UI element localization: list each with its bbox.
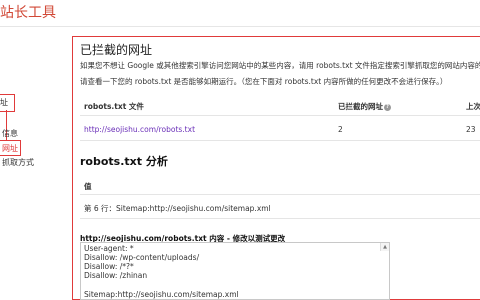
column-header-file: robots.txt 文件 xyxy=(84,102,144,111)
description-line-1: 如果您不想让 Google 或其他搜索引擎访问您网站中的某些内容，请用 robo… xyxy=(80,61,480,70)
textarea-line: Disallow: /*?* xyxy=(84,262,134,271)
divider xyxy=(80,115,480,116)
help-icon[interactable]: ? xyxy=(384,103,391,111)
sidebar-item-fetch-as[interactable]: 抓取方式 xyxy=(2,157,34,168)
analysis-title: robots.txt 分析 xyxy=(80,155,168,168)
textarea-line: Sitemap:http://seojishu.com/sitemap.xml xyxy=(84,290,239,299)
column-header-last: 上次 xyxy=(466,102,480,111)
app-title: 站长工具 xyxy=(0,5,56,21)
divider xyxy=(80,140,480,141)
description-line-2: 请查看一下您的 robots.txt 是否能够如期运行。（您在下面对 robot… xyxy=(80,77,448,86)
column-header-label: 已拦截的网址 xyxy=(338,102,383,111)
textarea-line: Disallow: /wp-content/uploads/ xyxy=(84,253,200,262)
sidebar-item-partial[interactable]: 址 xyxy=(0,97,8,108)
last-downloaded: 23 xyxy=(466,125,476,134)
textarea-line: User-agent: * xyxy=(84,244,134,253)
divider xyxy=(80,218,480,219)
robots-file-link[interactable]: http://seojishu.com/robots.txt xyxy=(84,125,195,134)
column-header-value: 值 xyxy=(84,182,92,191)
scroll-up-arrow-icon[interactable]: ▲ xyxy=(380,243,389,251)
divider xyxy=(80,194,480,195)
page-title: 已拦截的网址 xyxy=(80,43,153,57)
analysis-row: 第 6 行：Sitemap:http://seojishu.com/sitema… xyxy=(84,204,271,213)
textarea-line: Disallow: /zhinan xyxy=(84,271,148,280)
header-divider xyxy=(0,26,480,27)
blocked-url-count: 2 xyxy=(338,125,343,134)
column-header-blocked-urls: 已拦截的网址? xyxy=(338,101,391,112)
sidebar-item-blocked-urls[interactable]: 网址 xyxy=(2,143,18,154)
robots-content-textarea[interactable]: ▲ User-agent: * Disallow: /wp-content/up… xyxy=(80,242,390,300)
sidebar-item-info[interactable]: 信息 xyxy=(2,128,18,139)
